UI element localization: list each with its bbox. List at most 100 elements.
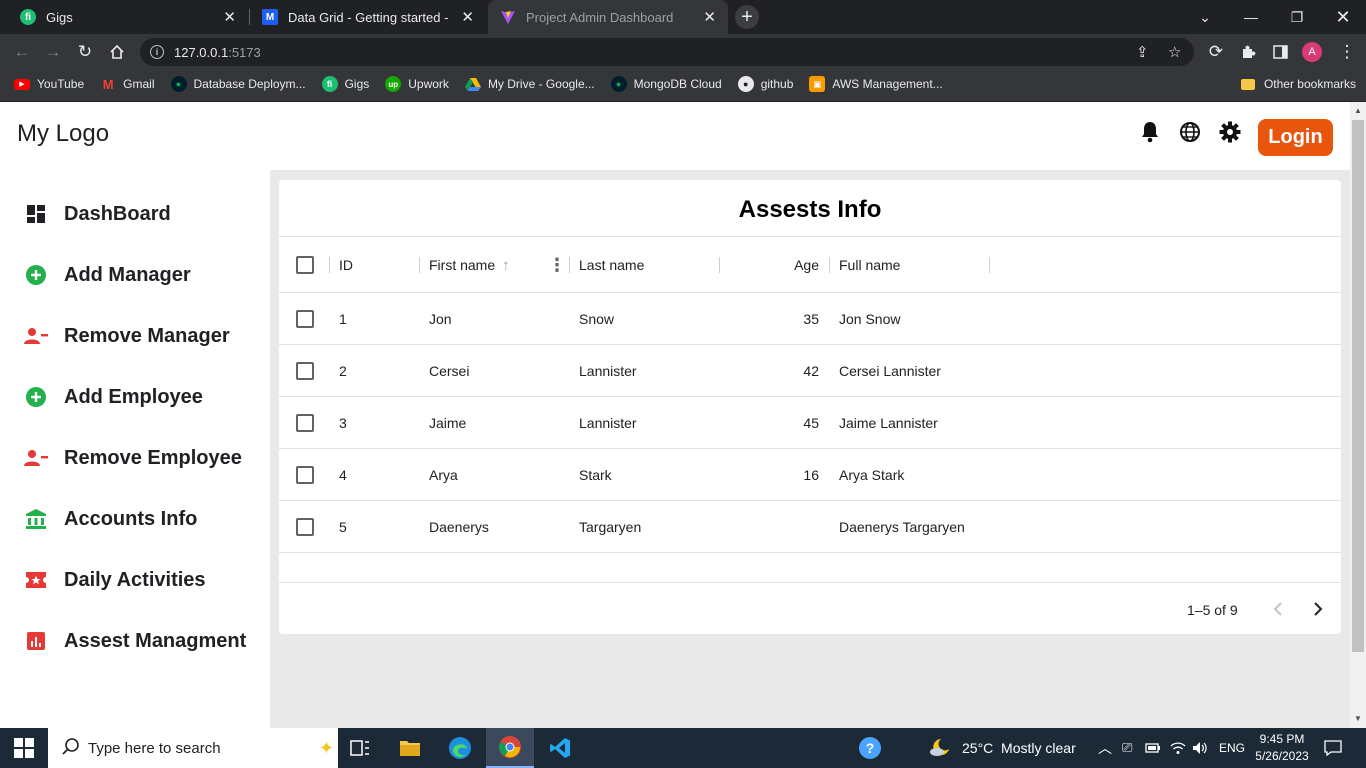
cell-first-name[interactable]: Jon bbox=[429, 293, 452, 345]
cell-age[interactable]: 35 bbox=[729, 293, 819, 345]
extensions-puzzle-icon[interactable] bbox=[1235, 39, 1261, 65]
column-header-first-name[interactable]: First name ↑ bbox=[429, 237, 510, 293]
meet-now-icon[interactable]: ⎚ bbox=[1122, 728, 1132, 768]
browser-tab-project-admin[interactable]: Project Admin Dashboard ✕ bbox=[488, 0, 728, 34]
scrollbar-thumb[interactable] bbox=[1352, 120, 1364, 652]
battery-icon[interactable] bbox=[1145, 728, 1161, 768]
row-checkbox-cell[interactable] bbox=[296, 345, 314, 397]
bookmark-gigs[interactable]: fi Gigs bbox=[321, 76, 369, 92]
scroll-up-arrow-icon[interactable]: ▲ bbox=[1354, 106, 1362, 115]
page-scrollbar[interactable]: ▲ ▼ bbox=[1350, 102, 1366, 728]
browser-tab-data-grid[interactable]: M Data Grid - Getting started - MUI ✕ bbox=[250, 0, 486, 34]
reload-button[interactable]: ↻ bbox=[72, 39, 98, 65]
tab-close-icon[interactable]: ✕ bbox=[461, 8, 474, 26]
minimize-button[interactable]: — bbox=[1228, 0, 1274, 34]
row-checkbox[interactable] bbox=[296, 466, 314, 484]
settings-gear-icon[interactable] bbox=[1219, 121, 1241, 143]
cell-age[interactable]: 42 bbox=[729, 345, 819, 397]
edge-browser-icon[interactable] bbox=[436, 728, 484, 768]
sidebar-item-add-employee[interactable]: Add Employee bbox=[24, 377, 264, 417]
other-bookmarks[interactable]: Other bookmarks bbox=[1240, 70, 1356, 98]
table-row[interactable]: 1 Jon Snow 35 Jon Snow bbox=[279, 293, 1341, 345]
bookmark-my-drive[interactable]: My Drive - Google... bbox=[464, 76, 595, 92]
address-bar[interactable]: i 127.0.0.1:5173 ⇪ ☆ bbox=[140, 38, 1194, 66]
cell-full-name[interactable]: Jon Snow bbox=[839, 293, 900, 345]
cell-last-name[interactable]: Lannister bbox=[579, 397, 637, 449]
cell-last-name[interactable]: Lannister bbox=[579, 345, 637, 397]
cell-last-name[interactable]: Snow bbox=[579, 293, 614, 345]
sidebar-item-accounts-info[interactable]: Accounts Info bbox=[24, 499, 264, 539]
column-separator[interactable] bbox=[989, 257, 990, 273]
extension-sync-icon[interactable]: ⟳ bbox=[1203, 39, 1229, 65]
taskbar-clock[interactable]: 9:45 PM 5/26/2023 bbox=[1252, 731, 1312, 765]
bookmark-upwork[interactable]: up Upwork bbox=[385, 76, 449, 92]
sidebar-item-add-manager[interactable]: Add Manager bbox=[24, 255, 264, 295]
notifications-icon[interactable] bbox=[1324, 728, 1342, 768]
file-explorer-icon[interactable] bbox=[386, 728, 434, 768]
input-language[interactable]: ENG bbox=[1219, 728, 1245, 768]
bookmark-youtube[interactable]: ▶ YouTube bbox=[14, 77, 84, 91]
share-icon[interactable]: ⇪ bbox=[1136, 38, 1149, 66]
cell-id[interactable]: 3 bbox=[339, 397, 347, 449]
browser-menu-icon[interactable]: ⋮ bbox=[1334, 39, 1360, 65]
table-row[interactable]: 4 Arya Stark 16 Arya Stark bbox=[279, 449, 1341, 501]
row-checkbox[interactable] bbox=[296, 310, 314, 328]
column-menu-icon[interactable]: ⋮ bbox=[548, 237, 566, 293]
previous-page-button[interactable] bbox=[1266, 597, 1290, 621]
side-panel-icon[interactable] bbox=[1267, 39, 1293, 65]
volume-icon[interactable] bbox=[1192, 728, 1208, 768]
cell-last-name[interactable]: Stark bbox=[579, 449, 612, 501]
cell-id[interactable]: 5 bbox=[339, 501, 347, 553]
cell-age[interactable]: 16 bbox=[729, 449, 819, 501]
row-checkbox-cell[interactable] bbox=[296, 449, 314, 501]
row-checkbox[interactable] bbox=[296, 414, 314, 432]
column-separator[interactable] bbox=[829, 257, 830, 273]
bookmark-database-deployments[interactable]: ● Database Deploym... bbox=[170, 76, 306, 92]
cell-full-name[interactable]: Daenerys Targaryen bbox=[839, 501, 965, 553]
cell-last-name[interactable]: Targaryen bbox=[579, 501, 641, 553]
task-view-icon[interactable] bbox=[336, 728, 384, 768]
show-hidden-icons-chevron-icon[interactable]: ︿ bbox=[1098, 728, 1112, 768]
site-info-icon[interactable]: i bbox=[150, 45, 164, 59]
restore-button[interactable]: ❐ bbox=[1274, 0, 1320, 34]
bookmark-aws[interactable]: ▣ AWS Management... bbox=[809, 76, 943, 92]
column-header-last-name[interactable]: Last name bbox=[579, 237, 644, 293]
taskbar-search-box[interactable]: Type here to search ✦ bbox=[48, 728, 338, 768]
column-separator[interactable] bbox=[719, 257, 720, 273]
sidebar-item-remove-manager[interactable]: Remove Manager bbox=[24, 316, 264, 356]
home-button[interactable] bbox=[104, 39, 130, 65]
close-window-button[interactable]: ✕ bbox=[1320, 0, 1366, 34]
help-icon[interactable]: ? bbox=[858, 728, 882, 768]
cell-first-name[interactable]: Jaime bbox=[429, 397, 466, 449]
row-checkbox-cell[interactable] bbox=[296, 293, 314, 345]
table-row[interactable]: 2 Cersei Lannister 42 Cersei Lannister bbox=[279, 345, 1341, 397]
language-globe-icon[interactable] bbox=[1179, 121, 1201, 143]
vscode-icon[interactable] bbox=[536, 728, 584, 768]
cell-full-name[interactable]: Jaime Lannister bbox=[839, 397, 938, 449]
column-header-full-name[interactable]: Full name bbox=[839, 237, 900, 293]
cell-age[interactable] bbox=[729, 501, 819, 553]
tab-search-chevron-icon[interactable]: ⌄ bbox=[1182, 0, 1228, 34]
chrome-taskbar-icon[interactable] bbox=[486, 728, 534, 768]
sidebar-item-daily-activities[interactable]: Daily Activities bbox=[24, 560, 264, 600]
column-separator[interactable] bbox=[569, 257, 570, 273]
app-logo[interactable]: My Logo bbox=[17, 120, 109, 148]
sidebar-item-assest-managment[interactable]: Assest Managment bbox=[24, 621, 264, 661]
next-page-button[interactable] bbox=[1306, 597, 1330, 621]
sort-ascending-icon[interactable]: ↑ bbox=[502, 257, 510, 274]
bookmark-gmail[interactable]: M Gmail bbox=[100, 76, 155, 92]
cell-first-name[interactable]: Arya bbox=[429, 449, 458, 501]
column-separator[interactable] bbox=[329, 257, 330, 273]
column-separator[interactable] bbox=[419, 257, 420, 273]
weather-widget[interactable]: 25°C Mostly clear bbox=[928, 728, 1076, 768]
bookmark-star-icon[interactable]: ☆ bbox=[1168, 38, 1181, 66]
windows-start-button[interactable] bbox=[14, 738, 34, 758]
table-row[interactable]: 3 Jaime Lannister 45 Jaime Lannister bbox=[279, 397, 1341, 449]
row-checkbox[interactable] bbox=[296, 362, 314, 380]
sidebar-item-dashboard[interactable]: DashBoard bbox=[24, 194, 264, 234]
select-all-cell[interactable] bbox=[296, 237, 314, 293]
cell-id[interactable]: 2 bbox=[339, 345, 347, 397]
wifi-icon[interactable] bbox=[1170, 728, 1186, 768]
table-row[interactable]: 5 Daenerys Targaryen Daenerys Targaryen bbox=[279, 501, 1341, 553]
notifications-bell-icon[interactable] bbox=[1139, 121, 1161, 143]
